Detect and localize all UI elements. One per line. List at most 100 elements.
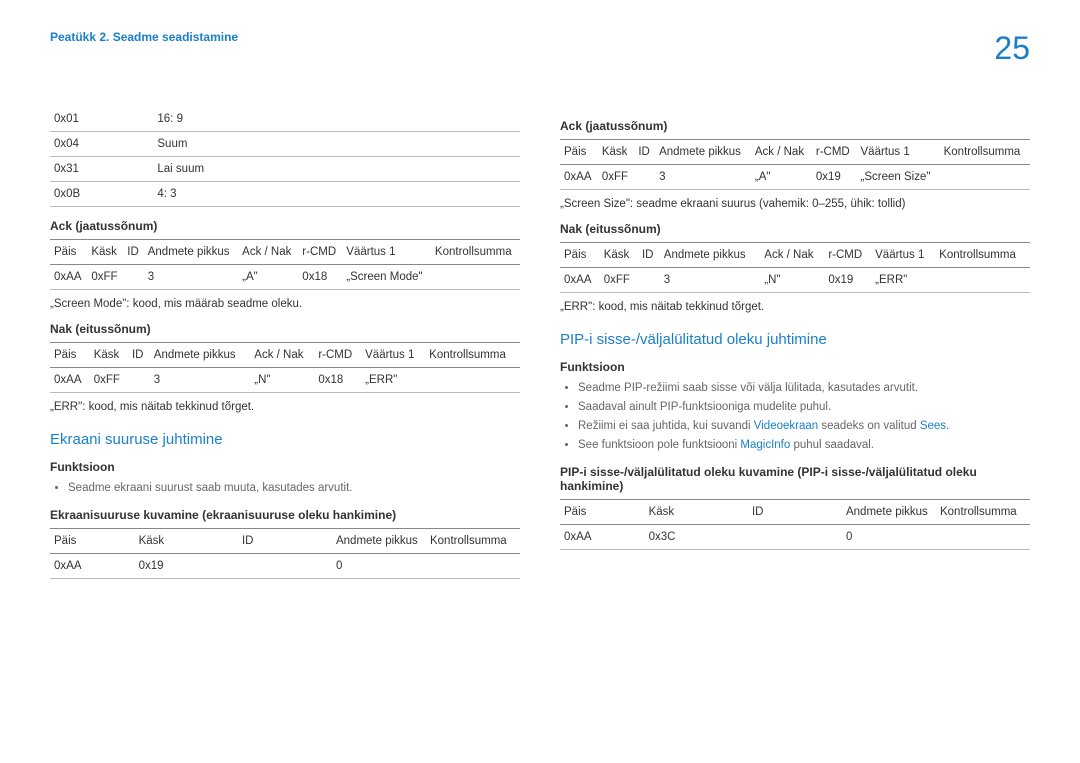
val-cell: 16: 9	[153, 107, 520, 132]
cell	[634, 165, 655, 190]
col-header: Kontrollsumma	[431, 240, 520, 265]
col-header: Käsk	[87, 240, 123, 265]
cell	[935, 268, 1030, 293]
col-header: Andmete pikkus	[144, 240, 238, 265]
code-cell: 0x04	[50, 132, 153, 157]
highlight: Videoekraan	[754, 420, 818, 432]
cell: 0x19	[824, 268, 871, 293]
ack-table: Päis Käsk ID Andmete pikkus Ack / Nak r-…	[50, 239, 520, 290]
page-header: Peatükk 2. Seadme seadistamine 25	[50, 30, 1030, 67]
cell: „ERR"	[361, 368, 425, 393]
col-header: ID	[128, 343, 150, 368]
table-header-row: Päis Käsk ID Andmete pikkus Kontrollsumm…	[560, 500, 1030, 525]
function-list: Seadme ekraani suurust saab muuta, kasut…	[50, 480, 520, 496]
col-header: Päis	[560, 243, 600, 268]
cell: „Screen Size"	[857, 165, 940, 190]
cell: 0xAA	[50, 265, 87, 290]
cell: 3	[655, 165, 751, 190]
col-header: Kontrollsumma	[936, 500, 1030, 525]
col-header: Päis	[50, 529, 135, 554]
cell: 0xFF	[600, 268, 638, 293]
function-label: Funktsioon	[50, 460, 520, 474]
code-cell: 0x01	[50, 107, 153, 132]
col-header: Käsk	[598, 140, 634, 165]
col-header: Väärtus 1	[857, 140, 940, 165]
col-header: Käsk	[90, 343, 128, 368]
cell: „ERR"	[871, 268, 935, 293]
list-item: Režiimi ei saa juhtida, kui suvandi Vide…	[578, 418, 1030, 434]
cell: 0x18	[314, 368, 361, 393]
nak-table: Päis Käsk ID Andmete pikkus Ack / Nak r-…	[50, 342, 520, 393]
cell: „N"	[250, 368, 314, 393]
col-header: Ack / Nak	[238, 240, 298, 265]
table-row: 0x31Lai suum	[50, 157, 520, 182]
table-header-row: Päis Käsk ID Andmete pikkus Ack / Nak r-…	[560, 140, 1030, 165]
cell	[128, 368, 150, 393]
table-row: 0xAA 0x19 0	[50, 554, 520, 579]
left-column: 0x0116: 9 0x04Suum 0x31Lai suum 0x0B4: 3…	[50, 107, 520, 587]
cell	[426, 554, 520, 579]
col-header: ID	[123, 240, 143, 265]
val-cell: Suum	[153, 132, 520, 157]
list-item: See funktsioon pole funktsiooni MagicInf…	[578, 437, 1030, 453]
list-item: Seadme PIP-režiimi saab sisse või välja …	[578, 380, 1030, 396]
cell: 0xFF	[90, 368, 128, 393]
table-row: 0xAA 0xFF 3 „A" 0x18 „Screen Mode"	[50, 265, 520, 290]
col-header: Käsk	[645, 500, 748, 525]
col-header: r-CMD	[298, 240, 342, 265]
cell: 0xAA	[50, 368, 90, 393]
col-header: Andmete pikkus	[842, 500, 936, 525]
nak-note: „ERR": kood, mis näitab tekkinud tõrget.	[50, 401, 520, 413]
table-row: 0x0116: 9	[50, 107, 520, 132]
cell: 3	[150, 368, 251, 393]
col-header: r-CMD	[314, 343, 361, 368]
right-column: Ack (jaatussõnum) Päis Käsk ID Andmete p…	[560, 107, 1030, 587]
col-header: Väärtus 1	[871, 243, 935, 268]
cell: 0xFF	[598, 165, 634, 190]
table-header-row: Päis Käsk ID Andmete pikkus Ack / Nak r-…	[50, 343, 520, 368]
col-header: Kontrollsumma	[426, 529, 520, 554]
cell	[638, 268, 660, 293]
list-item: Seadme ekraani suurust saab muuta, kasut…	[68, 480, 520, 496]
val-cell: 4: 3	[153, 182, 520, 207]
col-header: Andmete pikkus	[332, 529, 426, 554]
ack-note: „Screen Size": seadme ekraani suurus (va…	[560, 198, 1030, 210]
col-header: Päis	[50, 240, 87, 265]
table-header-row: Päis Käsk ID Andmete pikkus Ack / Nak r-…	[50, 240, 520, 265]
cell	[431, 265, 520, 290]
ack-title: Ack (jaatussõnum)	[50, 219, 520, 233]
command-table: Päis Käsk ID Andmete pikkus Kontrollsumm…	[560, 499, 1030, 550]
content-columns: 0x0116: 9 0x04Suum 0x31Lai suum 0x0B4: 3…	[50, 107, 1030, 587]
col-header: Väärtus 1	[342, 240, 431, 265]
col-header: Käsk	[600, 243, 638, 268]
command-title: Ekraanisuuruse kuvamine (ekraanisuuruse …	[50, 508, 520, 522]
cell: „N"	[760, 268, 824, 293]
col-header: r-CMD	[824, 243, 871, 268]
col-header: Ack / Nak	[250, 343, 314, 368]
col-header: Kontrollsumma	[425, 343, 520, 368]
col-header: Päis	[50, 343, 90, 368]
col-header: ID	[238, 529, 332, 554]
section-title: PIP-i sisse-/väljalülitatud oleku juhtim…	[560, 331, 1030, 348]
cell	[238, 554, 332, 579]
table-row: 0x04Suum	[50, 132, 520, 157]
ack-table: Päis Käsk ID Andmete pikkus Ack / Nak r-…	[560, 139, 1030, 190]
table-row: 0xAA 0xFF 3 „N" 0x19 „ERR"	[560, 268, 1030, 293]
nak-table: Päis Käsk ID Andmete pikkus Ack / Nak r-…	[560, 242, 1030, 293]
col-header: Andmete pikkus	[655, 140, 751, 165]
cell: 0xAA	[50, 554, 135, 579]
ack-note: „Screen Mode": kood, mis määrab seadme o…	[50, 298, 520, 310]
command-title: PIP-i sisse-/väljalülitatud oleku kuvami…	[560, 465, 1030, 493]
section-title: Ekraani suuruse juhtimine	[50, 431, 520, 448]
cell: 0xFF	[87, 265, 123, 290]
col-header: Päis	[560, 140, 598, 165]
cell: 3	[144, 265, 238, 290]
table-row: 0xAA 0xFF 3 „A" 0x19 „Screen Size"	[560, 165, 1030, 190]
highlight: MagicInfo	[740, 439, 790, 451]
cell	[748, 525, 842, 550]
function-list: Seadme PIP-režiimi saab sisse või välja …	[560, 380, 1030, 453]
cell: 0x19	[812, 165, 857, 190]
cell: „A"	[751, 165, 812, 190]
col-header: Andmete pikkus	[150, 343, 251, 368]
page-number: 25	[994, 30, 1030, 67]
